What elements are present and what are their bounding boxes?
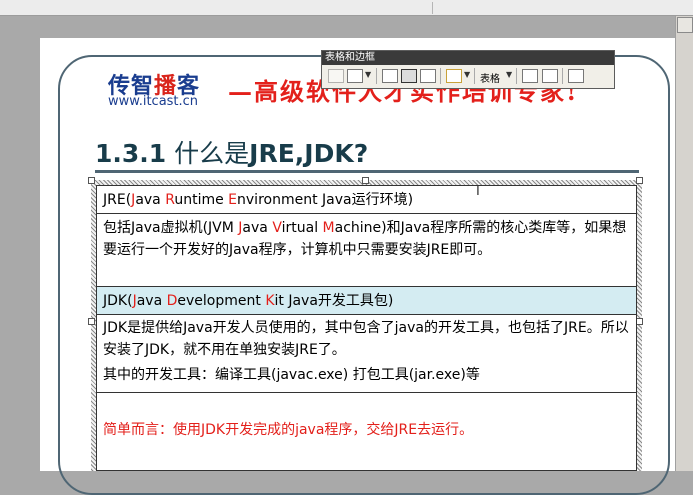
split-cells-icon[interactable] [542, 69, 558, 83]
tables-borders-toolbar[interactable]: 表格和边框 ▼ ▼ 表格 ▼ [321, 50, 615, 89]
text-segment: M [322, 220, 335, 236]
text-segment: K [265, 293, 275, 309]
table-row[interactable]: 包括Java虚拟机(JVM Java Virtual Machine)和Java… [97, 214, 636, 287]
top-toolbar [0, 0, 693, 16]
heading-number: 1.3.1 [95, 139, 167, 168]
resize-handle[interactable] [88, 318, 95, 325]
table-row[interactable]: JDK(Java Development Kit Java开发工具包) [97, 287, 636, 315]
chevron-down-icon[interactable]: ▼ [464, 70, 470, 79]
text-segment: JDK是提供给Java开发人员使用的，其中包含了java的开发工具，也包括了JR… [103, 320, 629, 358]
text-segment: ava [242, 220, 273, 236]
text-segment: 简单而言：使用JDK开发完成的java程序，交给JRE去运行。 [103, 422, 474, 438]
text-segment: evelopment [177, 293, 266, 309]
row-text: JDK是提供给Java开发人员使用的，其中包含了java的开发工具，也包括了JR… [103, 317, 630, 361]
slide-heading: 1.3.1 什么是JRE,JDK? [95, 134, 368, 170]
text-segment: it Java开发工具包) [274, 293, 394, 309]
toolbar-bottom-border [0, 15, 693, 16]
heading-en: JRE,JDK? [249, 139, 369, 168]
resize-handle[interactable] [362, 177, 369, 184]
scroll-up-button[interactable] [677, 17, 693, 33]
text-cursor-icon: I [476, 184, 480, 199]
toolbar-separator [376, 68, 377, 84]
distribute-rows-icon[interactable] [568, 69, 584, 83]
table-menu-button[interactable]: 表格 [480, 70, 500, 85]
vertical-scrollbar[interactable] [675, 16, 693, 471]
text-segment: ava [136, 293, 167, 309]
text-segment: untime [174, 192, 229, 208]
toolbar-title: 表格和边框 [322, 51, 614, 65]
text-segment: JDK( [103, 293, 133, 309]
align-bottom-icon[interactable] [420, 69, 436, 83]
toolbar-body: ▼ ▼ 表格 ▼ [322, 65, 614, 88]
text-segment: irtual [281, 220, 323, 236]
merge-cells-icon[interactable] [522, 69, 538, 83]
table-row[interactable]: JRE(Java Runtime Environment Java运行环境) [97, 186, 636, 214]
table-grid-icon[interactable] [347, 69, 363, 83]
resize-handle[interactable] [636, 177, 643, 184]
content-table[interactable]: JRE(Java Runtime Environment Java运行环境) 包… [96, 185, 637, 471]
text-segment: R [165, 192, 175, 208]
heading-cn: 什么是 [174, 139, 250, 168]
row-text: JRE(Java Runtime Environment Java运行环境) [103, 192, 413, 208]
toolbar-separator [440, 68, 441, 84]
logo-url: www.itcast.cn [108, 94, 199, 109]
toolbar-separator [562, 68, 563, 84]
border-style-icon[interactable] [328, 69, 344, 83]
fill-color-icon[interactable] [446, 69, 462, 83]
heading-underline [95, 170, 639, 173]
resize-handle[interactable] [88, 177, 95, 184]
text-segment: D [166, 293, 178, 309]
table-row[interactable]: 简单而言：使用JDK开发完成的java程序，交给JRE去运行。 [97, 393, 636, 471]
text-segment: E [228, 192, 238, 208]
row-text: JDK(Java Development Kit Java开发工具包) [103, 293, 393, 309]
text-segment: ava [135, 192, 166, 208]
toolbar-separator [516, 68, 517, 84]
toolbar-separator [474, 68, 475, 84]
table-row[interactable]: JDK是提供给Java开发人员使用的，其中包含了java的开发工具，也包括了JR… [97, 315, 636, 393]
row-text: 简单而言：使用JDK开发完成的java程序，交给JRE去运行。 [103, 422, 473, 438]
resize-handle[interactable] [636, 318, 643, 325]
text-segment: V [272, 220, 282, 236]
align-middle-icon[interactable] [401, 69, 417, 83]
chevron-down-icon[interactable]: ▼ [506, 70, 512, 79]
toolbar-separator [432, 2, 433, 14]
align-top-icon[interactable] [382, 69, 398, 83]
text-segment: JRE( [103, 192, 132, 208]
text-segment: nvironment Java运行环境) [237, 192, 414, 208]
text-segment: 包括Java虚拟机(JVM [103, 220, 239, 236]
chevron-down-icon[interactable]: ▼ [365, 70, 371, 79]
row-extra-text: 其中的开发工具：编译工具(javac.exe) 打包工具(jar.exe)等 [103, 367, 480, 383]
row-text: 包括Java虚拟机(JVM Java Virtual Machine)和Java… [103, 220, 626, 258]
